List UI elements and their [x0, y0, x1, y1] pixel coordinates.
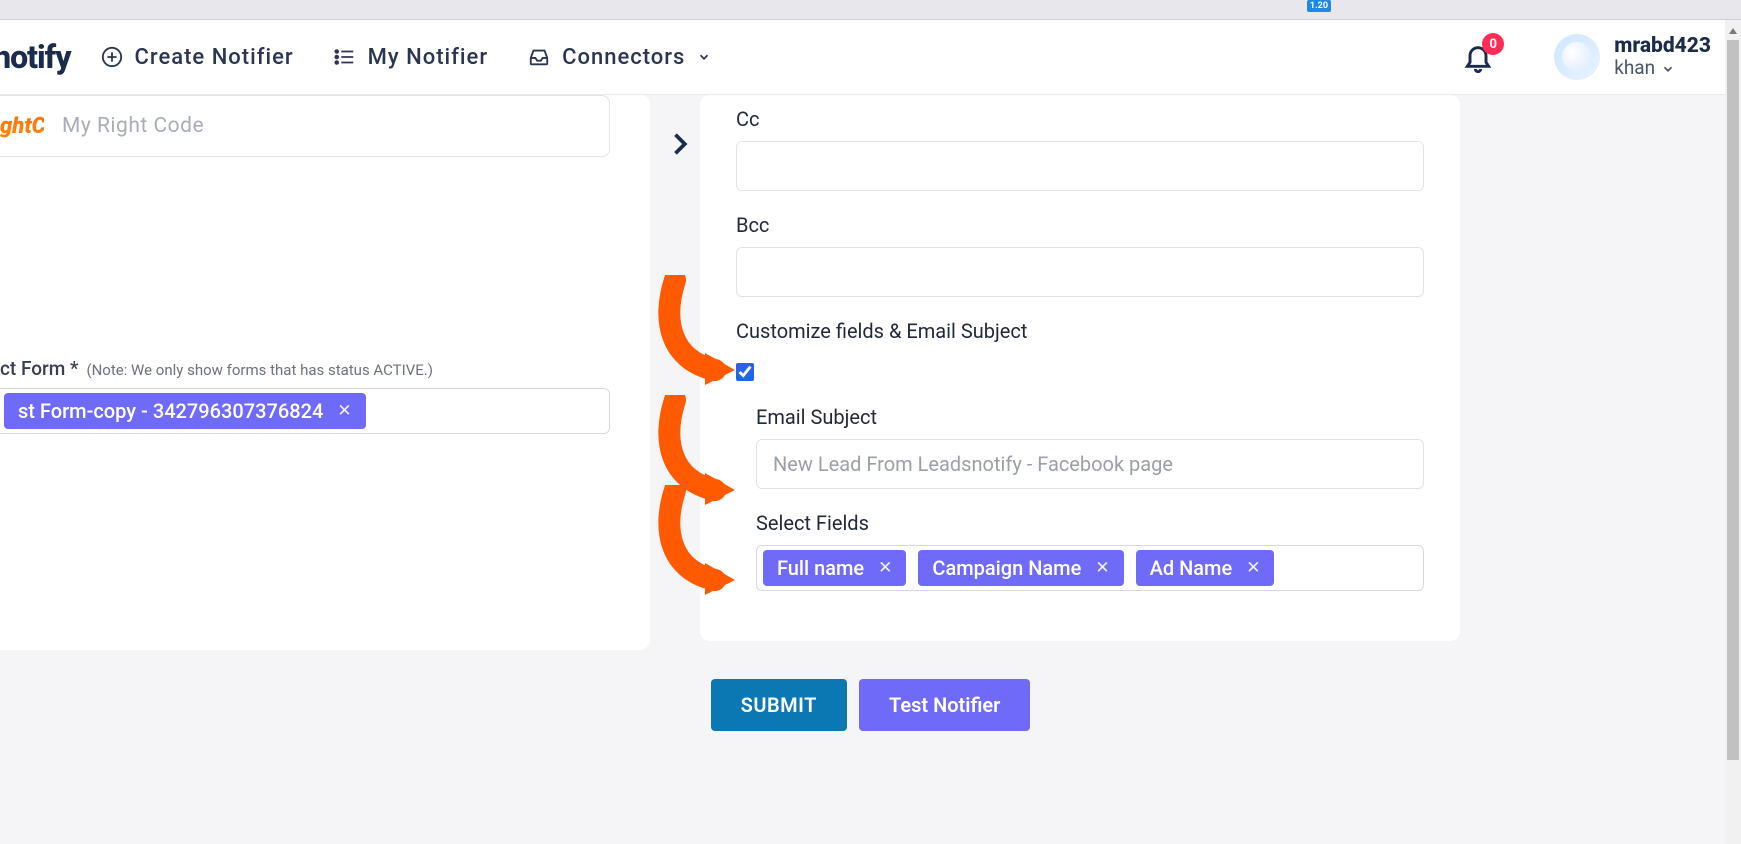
remove-tag-icon[interactable]: ✕	[337, 401, 351, 421]
field-tag-label: Ad Name	[1150, 556, 1233, 580]
email-subject-input[interactable]	[756, 439, 1424, 489]
remove-tag-icon[interactable]: ✕	[1095, 558, 1109, 578]
page-scrollbar[interactable]	[1725, 20, 1741, 844]
scroll-thumb[interactable]	[1727, 40, 1739, 760]
browser-chrome-strip: 1.20	[0, 0, 1741, 20]
logo-part-2: notify	[0, 38, 71, 76]
avatar	[1554, 34, 1600, 80]
form-tag: st Form-copy - 342796307376824 ✕	[4, 393, 366, 429]
nav-my-notifier[interactable]: My Notifier	[334, 45, 488, 70]
select-form-input[interactable]: st Form-copy - 342796307376824 ✕	[0, 388, 610, 434]
scroll-up-icon[interactable]	[1727, 24, 1739, 38]
nav-create-label: Create Notifier	[135, 45, 294, 70]
field-tag: Full name ✕	[763, 550, 906, 586]
destination-panel: Cc Bcc Customize fields & Email Subject …	[700, 95, 1460, 641]
nav-my-label: My Notifier	[368, 45, 488, 70]
notifications-button[interactable]: 0	[1462, 41, 1494, 73]
remove-tag-icon[interactable]: ✕	[1246, 558, 1260, 578]
app-logo[interactable]: lsnotify	[0, 38, 101, 76]
bcc-input[interactable]	[736, 247, 1424, 297]
field-tag: Ad Name ✕	[1136, 550, 1275, 586]
source-placeholder: My Right Code	[62, 114, 204, 138]
expand-panel-button[interactable]	[656, 121, 702, 167]
notification-count-badge: 0	[1482, 33, 1504, 55]
nav-connectors[interactable]: Connectors	[528, 45, 711, 70]
select-fields-input[interactable]: Full name ✕ Campaign Name ✕ Ad Name ✕	[756, 545, 1424, 591]
nav-connectors-label: Connectors	[562, 45, 685, 70]
field-tag-label: Full name	[777, 556, 864, 580]
source-panel: ghtC My Right Code ct Form * (Note: We o…	[0, 95, 650, 650]
list-icon	[334, 46, 356, 68]
chevron-down-icon	[1661, 62, 1675, 76]
user-name: mrabd423	[1614, 35, 1711, 58]
plus-circle-icon	[101, 46, 123, 68]
user-menu[interactable]: mrabd423 khan	[1554, 34, 1711, 80]
submit-button[interactable]: SUBMIT	[711, 679, 847, 731]
inbox-icon	[528, 46, 550, 68]
customize-checkbox[interactable]	[736, 363, 754, 381]
remove-tag-icon[interactable]: ✕	[878, 558, 892, 578]
customize-label: Customize fields & Email Subject	[736, 319, 1424, 343]
field-tag: Campaign Name ✕	[918, 550, 1123, 586]
test-notifier-button[interactable]: Test Notifier	[859, 679, 1030, 731]
cc-label: Cc	[736, 107, 1424, 131]
footer-actions: SUBMIT Test Notifier	[0, 665, 1741, 771]
select-fields-label: Select Fields	[756, 511, 1424, 535]
email-subject-label: Email Subject	[756, 405, 1424, 429]
app-header: lsnotify Create Notifier My Notifier Con…	[0, 20, 1741, 95]
chevron-down-icon	[697, 50, 711, 64]
rightcode-logo-fragment: ghtC	[0, 106, 44, 146]
form-tag-label: st Form-copy - 342796307376824	[18, 399, 323, 423]
select-form-label: ct Form *	[0, 357, 78, 380]
select-form-note: (Note: We only show forms that has statu…	[86, 361, 433, 379]
source-selector[interactable]: ghtC My Right Code	[0, 95, 610, 157]
bcc-label: Bcc	[736, 213, 1424, 237]
chevron-right-icon	[665, 130, 693, 158]
user-subname: khan	[1614, 58, 1655, 79]
extension-badge: 1.20	[1307, 0, 1331, 12]
field-tag-label: Campaign Name	[932, 556, 1081, 580]
cc-input[interactable]	[736, 141, 1424, 191]
nav-create-notifier[interactable]: Create Notifier	[101, 45, 294, 70]
